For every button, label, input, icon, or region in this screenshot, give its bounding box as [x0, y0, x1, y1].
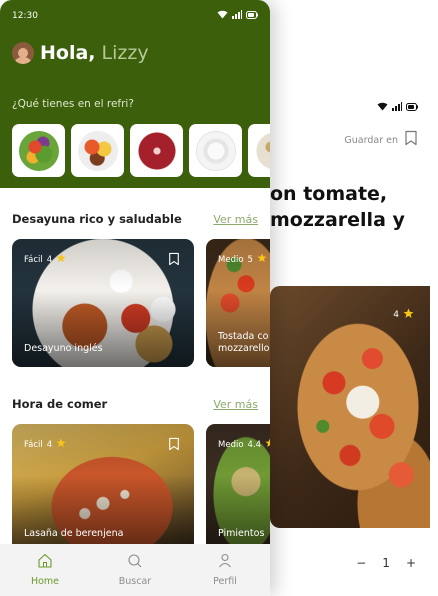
home-icon	[37, 553, 53, 571]
recipe-rating: 4	[393, 308, 414, 322]
difficulty-label: Fácil	[24, 254, 43, 265]
battery-icon	[406, 96, 418, 115]
star-icon	[257, 253, 267, 266]
profile-icon	[217, 553, 233, 571]
nav-label: Perfil	[213, 576, 237, 587]
save-to-button[interactable]: Guardar en	[344, 130, 418, 150]
quantity-stepper[interactable]: − 1 +	[356, 556, 416, 570]
nav-home[interactable]: Home	[10, 553, 80, 587]
status-icons	[217, 10, 258, 22]
difficulty-label: Medio	[218, 439, 244, 450]
search-icon	[127, 553, 143, 571]
ingredient-tile[interactable]	[71, 124, 124, 177]
mixed-vegetables-plate-icon	[77, 130, 118, 171]
see-more-link[interactable]: Ver más	[213, 398, 258, 411]
greeting: Hola, Lizzy	[12, 42, 149, 64]
status-time: 12:30	[12, 11, 38, 21]
recipe-title-line-1: on tomate,	[270, 183, 388, 205]
section-header-breakfast: Desayuna rico y saludable Ver más	[12, 212, 258, 226]
home-screen: 12:30 Hola, Lizzy ¿Qué tienes en el refr…	[0, 0, 270, 596]
star-icon	[403, 308, 414, 322]
avatar-icon	[12, 42, 34, 64]
user-name: Lizzy	[101, 42, 149, 64]
card-meta: Medio 4.4	[218, 438, 270, 451]
recipe-card[interactable]: Fácil 4 Desayuno inglés	[12, 239, 194, 367]
wifi-icon	[217, 10, 228, 22]
rating-value: 4	[46, 254, 53, 265]
star-icon	[56, 438, 66, 451]
section-header-lunch: Hora de comer Ver más	[12, 397, 258, 411]
cream-bowl-icon	[195, 130, 236, 171]
card-meta: Fácil 4	[24, 253, 66, 266]
nav-label: Buscar	[118, 576, 152, 587]
recipe-name: Pimientos	[218, 528, 265, 539]
nav-profile[interactable]: Perfil	[190, 553, 260, 587]
recipe-title-line-2: mozzarella y	[270, 209, 405, 231]
signal-icon	[232, 10, 242, 22]
section-title: Desayuna rico y saludable	[12, 212, 182, 226]
nav-label: Home	[30, 576, 60, 587]
ingredient-tile[interactable]	[130, 124, 183, 177]
recipe-title: on tomate, mozzarella y	[270, 181, 438, 233]
raw-steak-icon	[136, 130, 177, 171]
star-icon	[265, 438, 270, 451]
difficulty-label: Fácil	[24, 439, 43, 450]
difficulty-label: Medio	[218, 254, 244, 265]
ingredient-list	[12, 124, 270, 177]
bottom-nav: Home Buscar Perfil	[0, 544, 270, 596]
salad-bowl-icon	[18, 130, 59, 171]
bookmark-icon	[404, 130, 418, 150]
bookmark-icon[interactable]	[168, 251, 180, 270]
beans-bowl-icon	[254, 130, 270, 171]
increase-button[interactable]: +	[406, 556, 416, 570]
ingredient-tile[interactable]	[189, 124, 242, 177]
fridge-question: ¿Qué tienes en el refri?	[12, 98, 134, 110]
signal-icon	[392, 96, 402, 115]
greeting-text: Hola,	[40, 42, 96, 64]
recipe-card[interactable]: Medio 4.4 Pimientos	[206, 424, 270, 552]
rating-value: 4.4	[247, 439, 262, 450]
recipe-photo	[270, 286, 430, 528]
quantity-value: 1	[382, 556, 390, 570]
bookmark-icon[interactable]	[168, 436, 180, 455]
recipe-name: Desayuno inglés	[24, 343, 103, 354]
detail-status-icons	[377, 96, 418, 115]
recipe-name: Lasaña de berenjena	[24, 528, 124, 539]
recipe-card[interactable]: Fácil 4 Lasaña de berenjena	[12, 424, 194, 552]
recipe-name: Tostada co mozzarello	[218, 331, 270, 354]
status-bar: 12:30	[12, 10, 258, 22]
recipe-detail-screen: Guardar en on tomate, mozzarella y 4 − 1…	[262, 0, 438, 596]
star-icon	[56, 253, 66, 266]
battery-icon	[246, 10, 258, 22]
see-more-link[interactable]: Ver más	[213, 213, 258, 226]
home-header: 12:30 Hola, Lizzy ¿Qué tienes en el refr…	[0, 0, 270, 188]
rating-value: 5	[247, 254, 253, 265]
recipe-carousel-lunch: Fácil 4 Lasaña de berenjena Medio 4.4 Pi…	[12, 424, 270, 552]
decrease-button[interactable]: −	[356, 556, 366, 570]
ingredient-tile[interactable]	[248, 124, 270, 177]
rating-value: 4	[46, 439, 53, 450]
wifi-icon	[377, 96, 388, 115]
recipe-card[interactable]: Medio 5 Tostada co mozzarello	[206, 239, 270, 367]
recipe-carousel-breakfast: Fácil 4 Desayuno inglés Medio 5 Tostada …	[12, 239, 270, 367]
ingredient-tile[interactable]	[12, 124, 65, 177]
section-title: Hora de comer	[12, 397, 108, 411]
rating-value: 4	[393, 310, 399, 320]
save-to-label: Guardar en	[344, 134, 398, 146]
nav-search[interactable]: Buscar	[100, 553, 170, 587]
card-meta: Medio 5	[218, 253, 267, 266]
card-meta: Fácil 4	[24, 438, 66, 451]
